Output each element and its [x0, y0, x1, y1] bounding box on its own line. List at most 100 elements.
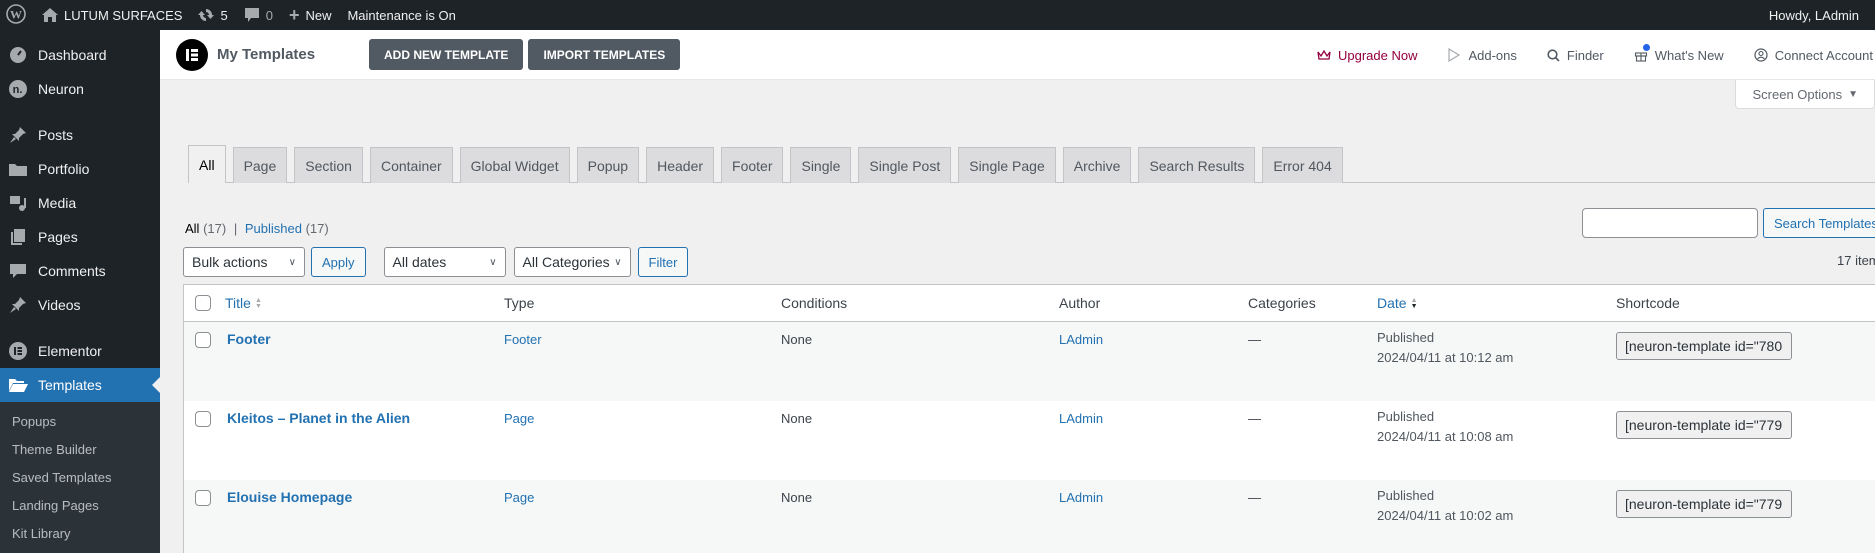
tab-container[interactable]: Container — [369, 147, 453, 183]
row-checkbox[interactable] — [195, 411, 211, 427]
upgrade-now-link[interactable]: Upgrade Now — [1317, 48, 1417, 63]
updates-link[interactable]: 5 — [190, 0, 235, 30]
shortcode-field[interactable]: [neuron-template id="780 — [1616, 332, 1792, 360]
template-author-link[interactable]: LAdmin — [1059, 411, 1103, 426]
tab-popup[interactable]: Popup — [576, 147, 640, 183]
categories-select[interactable]: All Categories ∨ — [513, 247, 631, 277]
sort-icon: ▲ ▼ — [254, 297, 262, 311]
dates-value: All dates — [392, 254, 447, 270]
comment-icon — [244, 7, 260, 23]
column-date-sortable[interactable]: Date ▲ ▼ — [1377, 295, 1418, 311]
filter-all-link[interactable]: All (17) — [185, 221, 226, 236]
tab-single-post[interactable]: Single Post — [858, 147, 952, 183]
screen-options-label: Screen Options — [1752, 86, 1843, 102]
tab-search-results[interactable]: Search Results — [1138, 147, 1256, 183]
sidebar-item-label: Portfolio — [38, 161, 90, 177]
select-all-checkbox[interactable] — [195, 295, 211, 311]
maintenance-link[interactable]: Maintenance is On — [339, 0, 463, 30]
updates-icon — [198, 7, 215, 23]
connect-account-link[interactable]: Connect Account — [1754, 48, 1873, 63]
row-checkbox[interactable] — [195, 490, 211, 506]
column-author: Author — [1059, 295, 1101, 311]
dashboard-icon — [8, 45, 28, 65]
dates-select[interactable]: All dates ∨ — [383, 247, 506, 277]
sidebar-item-portfolio[interactable]: Portfolio — [0, 152, 160, 186]
column-title-sortable[interactable]: Title ▲ ▼ — [225, 295, 262, 311]
shortcode-field[interactable]: [neuron-template id="779 — [1616, 490, 1792, 518]
search-icon — [1547, 48, 1560, 62]
sidebar-item-comments[interactable]: Comments — [0, 254, 160, 288]
tab-single-page[interactable]: Single Page — [958, 147, 1056, 183]
sidebar-item-templates[interactable]: Templates — [0, 368, 160, 402]
shortcode-field[interactable]: [neuron-template id="779 — [1616, 411, 1792, 439]
tab-header[interactable]: Header — [646, 147, 715, 183]
template-title-link[interactable]: Footer — [227, 331, 271, 347]
tab-section[interactable]: Section — [294, 147, 363, 183]
wordpress-logo-button[interactable]: W — [0, 0, 34, 30]
import-templates-button[interactable]: IMPORT TEMPLATES — [528, 39, 681, 70]
site-name-link[interactable]: LUTUM SURFACES — [34, 0, 190, 30]
tab-error-404[interactable]: Error 404 — [1262, 147, 1343, 183]
whats-new-link[interactable]: What's New — [1634, 43, 1724, 63]
submenu-item-landing-pages[interactable]: Landing Pages — [0, 492, 160, 520]
neuron-icon: n. — [8, 79, 28, 99]
submenu-item-saved-templates[interactable]: Saved Templates — [0, 464, 160, 492]
template-categories: — — [1248, 332, 1261, 347]
user-account-menu[interactable]: Howdy, LAdmin — [1761, 0, 1867, 30]
submenu-item-theme-builder[interactable]: Theme Builder — [0, 436, 160, 464]
notification-dot — [1642, 43, 1650, 51]
tab-all[interactable]: All — [188, 145, 226, 183]
sidebar-item-media[interactable]: Media — [0, 186, 160, 220]
tab-archive[interactable]: Archive — [1062, 147, 1132, 183]
add-new-template-button[interactable]: ADD NEW TEMPLATE — [369, 39, 524, 70]
template-title-link[interactable]: Kleitos – Planet in the Alien — [227, 410, 410, 426]
new-content-link[interactable]: + New — [281, 0, 340, 30]
finder-link[interactable]: Finder — [1547, 48, 1604, 63]
user-circle-icon — [1754, 48, 1768, 62]
submenu-item-kit-library[interactable]: Kit Library — [0, 520, 160, 548]
template-type-link[interactable]: Page — [504, 490, 534, 505]
chevron-down-icon: ∨ — [489, 256, 497, 268]
pages-icon — [8, 227, 28, 247]
items-count: 17 items — [1837, 253, 1875, 268]
template-author-link[interactable]: LAdmin — [1059, 490, 1103, 505]
row-checkbox[interactable] — [195, 332, 211, 348]
sidebar-item-dashboard[interactable]: Dashboard — [0, 38, 160, 72]
tab-footer[interactable]: Footer — [721, 147, 784, 183]
comments-link[interactable]: 0 — [236, 0, 281, 30]
submenu-item-popups[interactable]: Popups — [0, 408, 160, 436]
templates-table: Title ▲ ▼ Type Conditions Author Categorie… — [183, 284, 1875, 553]
search-templates-button[interactable]: Search Templates — [1763, 208, 1875, 238]
home-icon — [42, 8, 58, 22]
filter-published-link[interactable]: Published — [245, 221, 302, 236]
tab-page[interactable]: Page — [232, 147, 288, 183]
screen-options-button[interactable]: Screen Options ▼ — [1735, 80, 1875, 109]
apply-button[interactable]: Apply — [311, 247, 366, 277]
template-title-link[interactable]: Elouise Homepage — [227, 489, 352, 505]
sidebar-item-posts[interactable]: Posts — [0, 118, 160, 152]
sidebar-item-elementor[interactable]: Elementor — [0, 334, 160, 368]
chevron-down-icon: ∨ — [614, 256, 622, 268]
folder-icon — [8, 159, 28, 179]
sidebar-item-pages[interactable]: Pages — [0, 220, 160, 254]
sidebar-item-label: Comments — [38, 263, 106, 279]
site-name: LUTUM SURFACES — [64, 7, 183, 23]
column-type: Type — [504, 295, 535, 311]
sidebar-item-videos[interactable]: Videos — [0, 288, 160, 322]
template-author-link[interactable]: LAdmin — [1059, 332, 1103, 347]
table-row: Footer Footer None LAdmin — Published 20… — [184, 322, 1875, 401]
template-type-link[interactable]: Page — [504, 411, 534, 426]
bulk-actions-select[interactable]: Bulk actions ∨ — [183, 247, 305, 277]
maintenance-status: Maintenance is On — [347, 7, 456, 23]
updates-count: 5 — [220, 7, 228, 23]
filter-button[interactable]: Filter — [637, 247, 689, 277]
sidebar-item-neuron[interactable]: n. Neuron — [0, 72, 160, 106]
comment-icon — [8, 261, 28, 281]
column-date-label: Date — [1377, 295, 1407, 311]
template-type-link[interactable]: Footer — [504, 332, 542, 347]
search-input[interactable] — [1582, 208, 1758, 238]
tab-single[interactable]: Single — [790, 147, 852, 183]
table-row: Kleitos – Planet in the Alien Page None … — [184, 401, 1875, 480]
tab-global-widget[interactable]: Global Widget — [459, 147, 570, 183]
addons-link[interactable]: Add-ons — [1447, 48, 1517, 63]
